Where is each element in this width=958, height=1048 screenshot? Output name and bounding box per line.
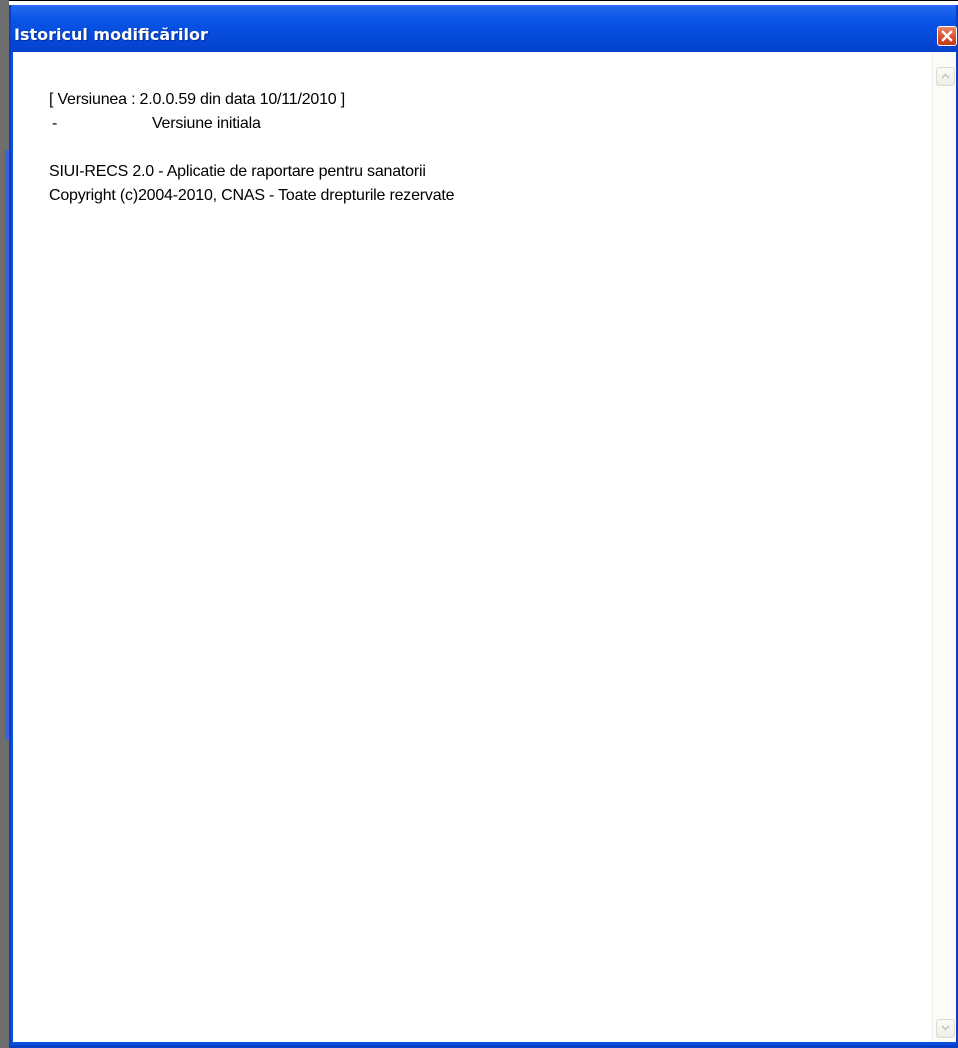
app-name-line: SIUI-RECS 2.0 - Aplicatie de raportare p… — [15, 136, 915, 180]
close-icon — [941, 30, 953, 42]
close-button[interactable] — [937, 26, 957, 46]
history-text: [ Versiunea : 2.0.0.59 din data 10/11/20… — [15, 64, 915, 204]
window-title: Istoricul modificărilor — [14, 25, 208, 44]
history-dialog: Istoricul modificărilor [ Versiunea : 2.… — [9, 5, 958, 1048]
version-header-line: [ Versiunea : 2.0.0.59 din data 10/11/20… — [15, 64, 915, 108]
scroll-down-arrow-icon — [941, 1025, 950, 1031]
scroll-down-button[interactable] — [936, 1019, 955, 1038]
vertical-scrollbar[interactable] — [932, 52, 956, 1042]
app-name-text: SIUI-RECS 2.0 - Aplicatie de raportare p… — [48, 163, 426, 180]
background-window-left-edge — [0, 0, 9, 1048]
change-item-text: Versiune initiala — [151, 115, 261, 132]
scroll-up-arrow-icon — [941, 73, 950, 79]
scroll-up-button[interactable] — [936, 67, 955, 86]
copyright-text: Copyright (c)2004-2010, CNAS - Toate dre… — [48, 187, 455, 204]
history-text-area[interactable]: [ Versiunea : 2.0.0.59 din data 10/11/20… — [13, 52, 956, 1042]
titlebar[interactable]: Istoricul modificărilor — [11, 5, 957, 52]
version-header-text: [ Versiunea : 2.0.0.59 din data 10/11/20… — [48, 91, 345, 108]
change-bullet: - — [51, 115, 58, 132]
